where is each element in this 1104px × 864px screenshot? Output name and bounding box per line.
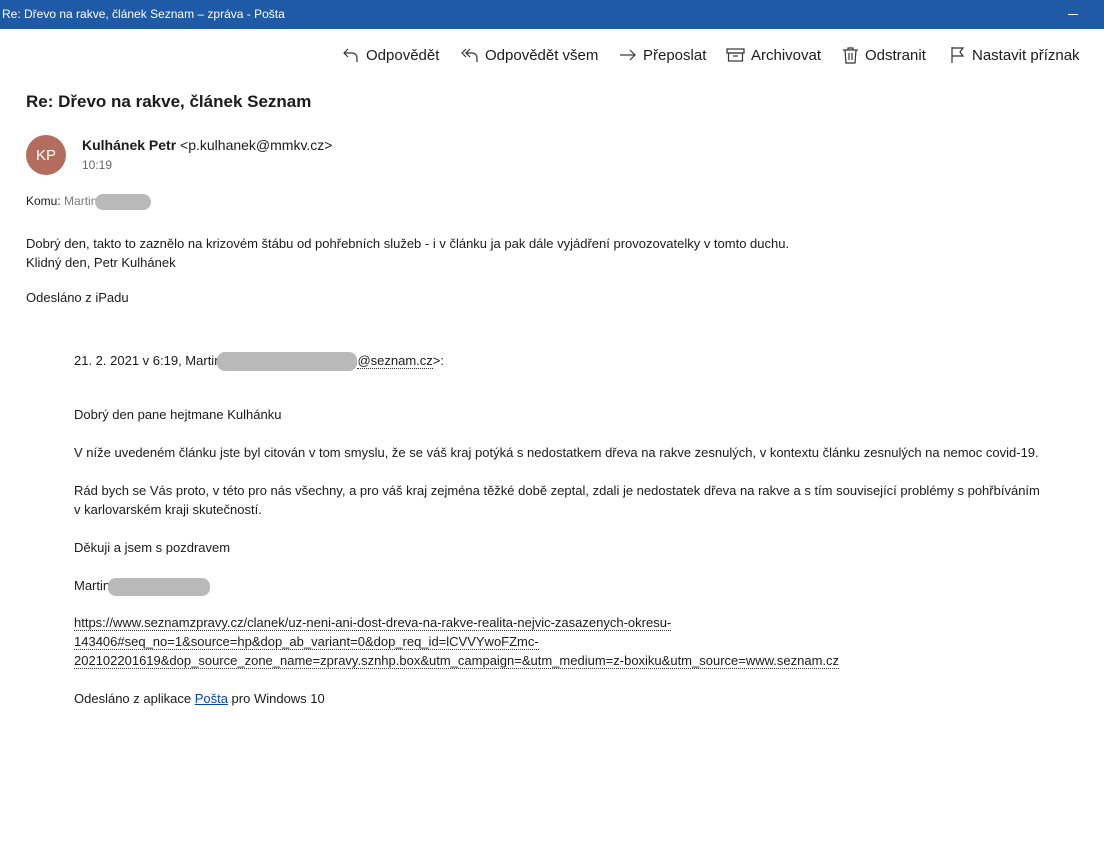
body-line-1: Dobrý den, takto to zaznělo na krizovém … <box>26 236 790 251</box>
archive-label: Archivovat <box>751 46 822 64</box>
flag-button[interactable]: Nastavit příznak <box>949 38 1080 72</box>
quoted-header: 21. 2. 2021 v 6:19, Martin @seznam.cz>: <box>74 351 444 372</box>
sender-email[interactable]: <p.kulhanek@mmkv.cz> <box>180 137 332 153</box>
article-url-line-2: 143406#seq_no=1&source=hp&dop_ab_variant… <box>74 632 539 651</box>
sender-name: Kulhánek Petr <box>82 137 177 153</box>
delete-label: Odstranit <box>865 46 926 64</box>
quoted-paragraph-2-line-2: v karlovarském kraji skutečností. <box>74 502 262 517</box>
quoted-header-end: >: <box>432 353 444 368</box>
flag-icon <box>951 47 965 63</box>
quoted-paragraph-2-line-1: Rád bych se Vás proto, v této pro nás vš… <box>74 483 1040 498</box>
signoff-name: Martin <box>74 578 111 593</box>
sender-line: Kulhánek Petr <p.kulhanek@mmkv.cz> <box>82 137 333 153</box>
delete-button[interactable]: Odstranit <box>842 38 926 72</box>
reply-all-label: Odpovědět všem <box>485 46 599 64</box>
window-title: Re: Dřevo na rakve, článek Seznam – zprá… <box>2 7 285 21</box>
message-toolbar: Odpovědět Odpovědět všem Přeposlat Archi… <box>0 38 1104 72</box>
message-time: 10:19 <box>82 158 113 172</box>
article-url-line-1: https://www.seznamzpravy.cz/clanek/uz-ne… <box>74 613 672 632</box>
quoted-email-link[interactable]: @seznam.cz <box>357 353 433 369</box>
flag-label: Nastavit příznak <box>972 46 1080 64</box>
forward-label: Přeposlat <box>643 46 707 64</box>
trash-icon <box>843 47 858 64</box>
recipient-line: Komu: Martin <box>26 194 152 210</box>
reply-all-icon <box>461 48 478 62</box>
archive-box-icon <box>726 48 745 62</box>
redaction-mark <box>217 352 358 372</box>
redaction-mark <box>95 194 152 210</box>
recipient-name[interactable]: Martin <box>64 194 97 208</box>
reply-button[interactable]: Odpovědět <box>342 38 439 72</box>
article-url-line-3: 202102201619&dop_source_zone_name=zpravy… <box>74 651 840 670</box>
sender-avatar: KP <box>26 135 66 175</box>
minimize-button[interactable] <box>1068 14 1078 15</box>
body-line-2: Klidný den, Petr Kulhánek <box>26 255 176 270</box>
quoted-closing: Děkuji a jsem s pozdravem <box>74 540 231 555</box>
avatar-initials: KP <box>35 146 56 164</box>
quoted-signoff: Martin <box>74 576 211 596</box>
reply-icon <box>343 48 358 62</box>
archive-button[interactable]: Archivovat <box>726 38 821 72</box>
quoted-greeting: Dobrý den pane hejtmane Kulhánku <box>74 407 282 422</box>
redaction-mark <box>108 577 211 596</box>
article-link[interactable]: 143406#seq_no=1&source=hp&dop_ab_variant… <box>74 634 539 650</box>
article-link[interactable]: https://www.seznamzpravy.cz/clanek/uz-ne… <box>74 615 672 631</box>
to-label: Komu: <box>26 194 61 209</box>
message-subject: Re: Dřevo na rakve, článek Seznam <box>26 92 312 111</box>
sent-from-suffix: pro Windows 10 <box>227 691 325 706</box>
reply-all-button[interactable]: Odpovědět všem <box>461 38 598 72</box>
reply-label: Odpovědět <box>366 46 440 64</box>
mail-app-link[interactable]: Pošta <box>195 691 228 706</box>
signature: Odesláno z iPadu <box>26 290 129 305</box>
forward-arrow-icon <box>620 49 636 61</box>
sent-from-prefix: Odesláno z aplikace <box>74 691 195 706</box>
quoted-paragraph-1: V níže uvedeném článku jste byl citován … <box>74 445 1039 460</box>
quoted-header-prefix: 21. 2. 2021 v 6:19, Martin <box>74 353 222 368</box>
forward-button[interactable]: Přeposlat <box>619 38 706 72</box>
quoted-sent-from: Odesláno z aplikace Pošta pro Windows 10 <box>74 689 325 708</box>
article-link[interactable]: 202102201619&dop_source_zone_name=zpravy… <box>74 653 840 669</box>
title-bar: Re: Dřevo na rakve, článek Seznam – zprá… <box>0 0 1104 29</box>
